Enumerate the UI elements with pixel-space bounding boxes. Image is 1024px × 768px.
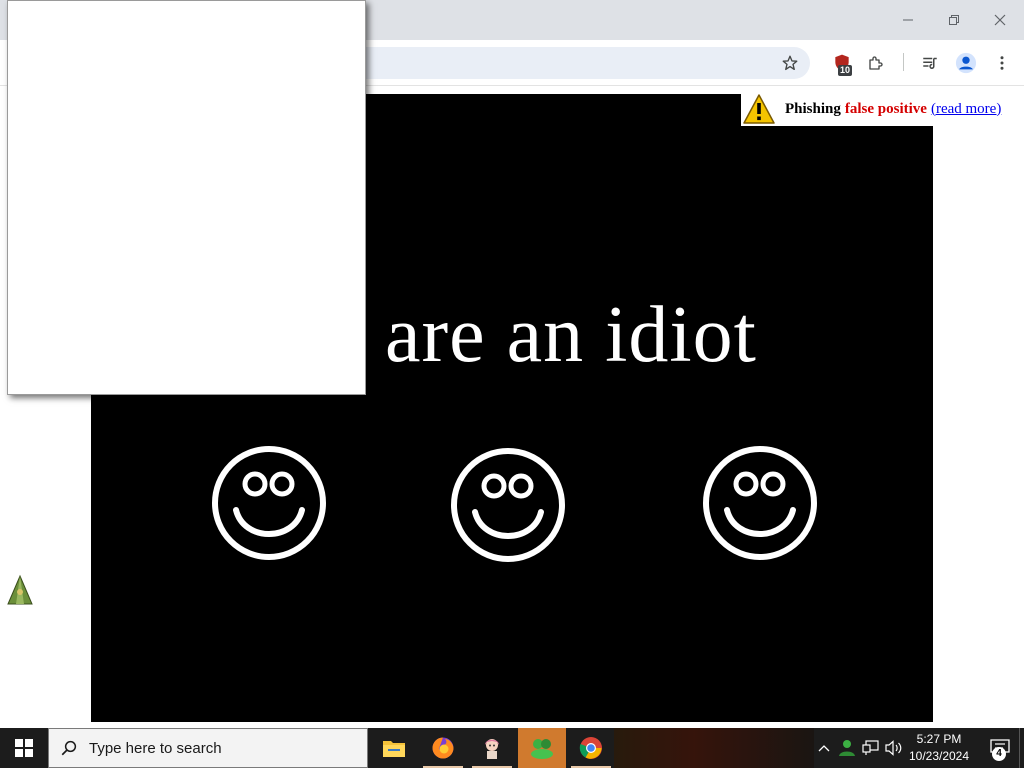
show-desktop-button[interactable]	[1019, 728, 1024, 768]
phishing-warning-bar: Phishing false positive (read more)	[741, 92, 1024, 126]
bookmark-button[interactable]	[776, 49, 804, 77]
firefox-icon	[432, 737, 454, 759]
desktop-shortcut-icon[interactable]	[6, 574, 34, 608]
blank-popup-window[interactable]	[7, 0, 366, 395]
restore-button[interactable]	[931, 0, 977, 40]
minimize-icon	[903, 19, 913, 21]
taskbar-file-explorer[interactable]	[370, 728, 418, 768]
green-people-icon	[531, 739, 553, 759]
warning-icon	[741, 92, 777, 126]
address-bar[interactable]	[330, 47, 810, 79]
chrome-icon	[579, 737, 602, 759]
extensions-button[interactable]	[862, 49, 890, 77]
toolbar-separator	[903, 53, 904, 71]
headline-text: are an idiot	[385, 291, 757, 379]
chevron-up-icon	[818, 745, 830, 752]
tray-people-app[interactable]	[835, 728, 859, 768]
show-hidden-icons-button[interactable]	[812, 728, 836, 768]
profile-button[interactable]	[952, 49, 980, 77]
search-placeholder: Type here to search	[89, 739, 222, 757]
taskbar-active-app[interactable]	[518, 728, 566, 768]
profile-icon	[955, 52, 977, 74]
warning-word-false-positive: false positive	[844, 100, 927, 117]
media-queue-icon	[923, 57, 937, 69]
tray-network[interactable]	[859, 728, 883, 768]
media-button[interactable]	[916, 49, 944, 77]
warning-word-phishing: Phishing	[785, 100, 841, 117]
windows-logo-icon	[15, 739, 33, 757]
search-icon	[49, 728, 89, 768]
folder-icon	[383, 741, 405, 757]
taskbar-background-preview	[614, 728, 814, 768]
smiley-face-icon	[703, 446, 817, 560]
anime-character-icon	[485, 739, 499, 759]
start-button[interactable]	[0, 728, 48, 768]
windows-taskbar: Type here to search 5:27 PM 10/23/2024	[0, 728, 1024, 768]
puzzle-icon	[869, 56, 883, 70]
taskbar-search-box[interactable]: Type here to search	[48, 728, 368, 768]
taskbar-firefox[interactable]	[419, 728, 467, 768]
green-person-icon	[839, 740, 855, 756]
restore-icon	[949, 15, 959, 25]
clock-date: 10/23/2024	[908, 749, 970, 763]
close-icon	[994, 14, 1006, 26]
notification-count-badge: 4	[992, 747, 1006, 761]
star-icon	[782, 55, 798, 71]
taskbar-chrome[interactable]	[567, 728, 615, 768]
close-button[interactable]	[977, 0, 1023, 40]
network-icon	[862, 740, 879, 755]
extension-badge: 10	[838, 65, 853, 76]
taskbar-clock[interactable]: 5:27 PM 10/23/2024	[900, 728, 978, 768]
clock-time: 5:27 PM	[916, 732, 962, 746]
kebab-menu-icon	[1000, 56, 1004, 70]
smiley-face-icon	[212, 446, 326, 560]
read-more-link[interactable]: (read more)	[931, 101, 1001, 118]
taskbar-anime-app[interactable]	[468, 728, 516, 768]
smiley-face-icon	[451, 448, 565, 562]
minimize-button[interactable]	[885, 0, 931, 40]
screen: 10 are an idiot Phishing false positive …	[0, 0, 1024, 768]
menu-button[interactable]	[988, 49, 1016, 77]
